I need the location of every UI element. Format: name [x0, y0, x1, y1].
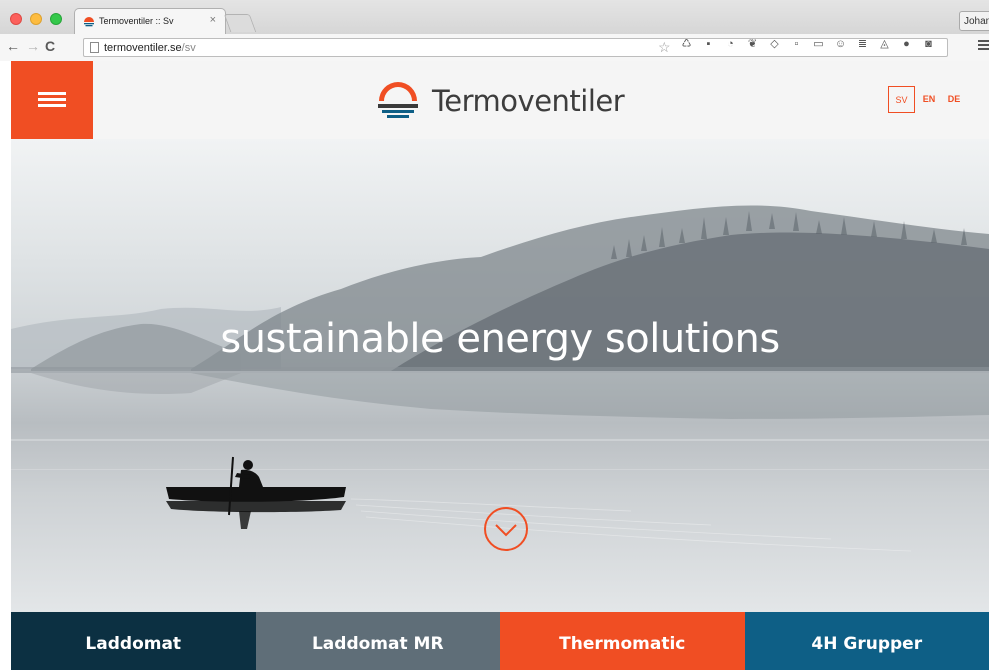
- hero-banner: sustainable energy solutions: [11, 139, 989, 612]
- doc-extension-icon[interactable]: ▫: [790, 38, 803, 51]
- browser-chrome: Termoventiler :: Sv × Johan ← → C termov…: [0, 0, 989, 61]
- language-sv-link[interactable]: SV: [888, 86, 915, 113]
- robot-extension-icon[interactable]: ☺: [834, 38, 847, 51]
- site-header: Termoventiler SV EN DE: [11, 61, 989, 139]
- drop-extension-icon[interactable]: ◬: [878, 38, 891, 51]
- logo-text: Termoventiler: [432, 84, 625, 118]
- product-laddomat-link[interactable]: Laddomat: [11, 612, 256, 670]
- url-path: /sv: [181, 42, 196, 54]
- product-laddomat-mr-link[interactable]: Laddomat MR: [255, 612, 500, 670]
- back-arrow-icon[interactable]: ←: [6, 38, 20, 54]
- website: Termoventiler SV EN DE sustainable energ…: [11, 61, 989, 670]
- logo-mark-icon: [378, 82, 418, 118]
- new-tab-button[interactable]: [223, 14, 257, 32]
- scroll-down-icon[interactable]: [483, 506, 529, 552]
- window-maximize-button[interactable]: [50, 13, 62, 25]
- recycle-extension-icon[interactable]: ♺: [680, 38, 693, 51]
- cast-extension-icon[interactable]: ▭: [812, 38, 825, 51]
- page-icon: [90, 42, 99, 53]
- tab-strip: Termoventiler :: Sv × Johan: [0, 0, 989, 35]
- extension-icons: ♺ ▪ ◔ ❦ ◇ ▫ ▭ ☺ ≣ ◬ ● ◙: [680, 38, 935, 51]
- clock-extension-icon[interactable]: ◔: [724, 38, 737, 51]
- canoe-silhouette: [166, 456, 346, 529]
- profile-button[interactable]: Johan: [959, 11, 989, 31]
- url-text[interactable]: termoventiler.se/sv: [104, 42, 196, 54]
- site-logo[interactable]: Termoventiler: [376, 79, 625, 123]
- diamond-extension-icon[interactable]: ◇: [768, 38, 781, 51]
- camera-extension-icon[interactable]: ◙: [922, 38, 935, 51]
- folder-extension-icon[interactable]: ▪: [702, 38, 715, 51]
- bookmark-star-icon[interactable]: ☆: [658, 39, 671, 56]
- window-close-button[interactable]: [10, 13, 22, 25]
- hamburger-menu-button[interactable]: [11, 61, 93, 139]
- favicon-icon: [84, 17, 94, 27]
- browser-menu-icon[interactable]: [978, 40, 989, 52]
- language-en-link[interactable]: EN: [920, 86, 938, 113]
- product-4h-grupper-link[interactable]: 4H Grupper: [744, 612, 989, 670]
- browser-tab[interactable]: Termoventiler :: Sv ×: [74, 8, 226, 35]
- product-thermomatic-link[interactable]: Thermomatic: [500, 612, 745, 670]
- window-minimize-button[interactable]: [30, 13, 42, 25]
- url-host: termoventiler.se: [104, 42, 182, 54]
- product-bar: Laddomat Laddomat MR Thermomatic 4H Grup…: [11, 612, 989, 670]
- hero-tagline: sustainable energy solutions: [220, 316, 780, 362]
- forward-arrow-icon[interactable]: →: [26, 38, 40, 54]
- circle-extension-icon[interactable]: ●: [900, 38, 913, 51]
- leaf-extension-icon[interactable]: ❦: [746, 38, 759, 51]
- reload-icon[interactable]: C: [45, 38, 55, 54]
- tab-title: Termoventiler :: Sv: [99, 16, 174, 26]
- tab-close-icon[interactable]: ×: [210, 14, 216, 26]
- sheet-extension-icon[interactable]: ≣: [856, 38, 869, 51]
- language-de-link[interactable]: DE: [945, 86, 963, 113]
